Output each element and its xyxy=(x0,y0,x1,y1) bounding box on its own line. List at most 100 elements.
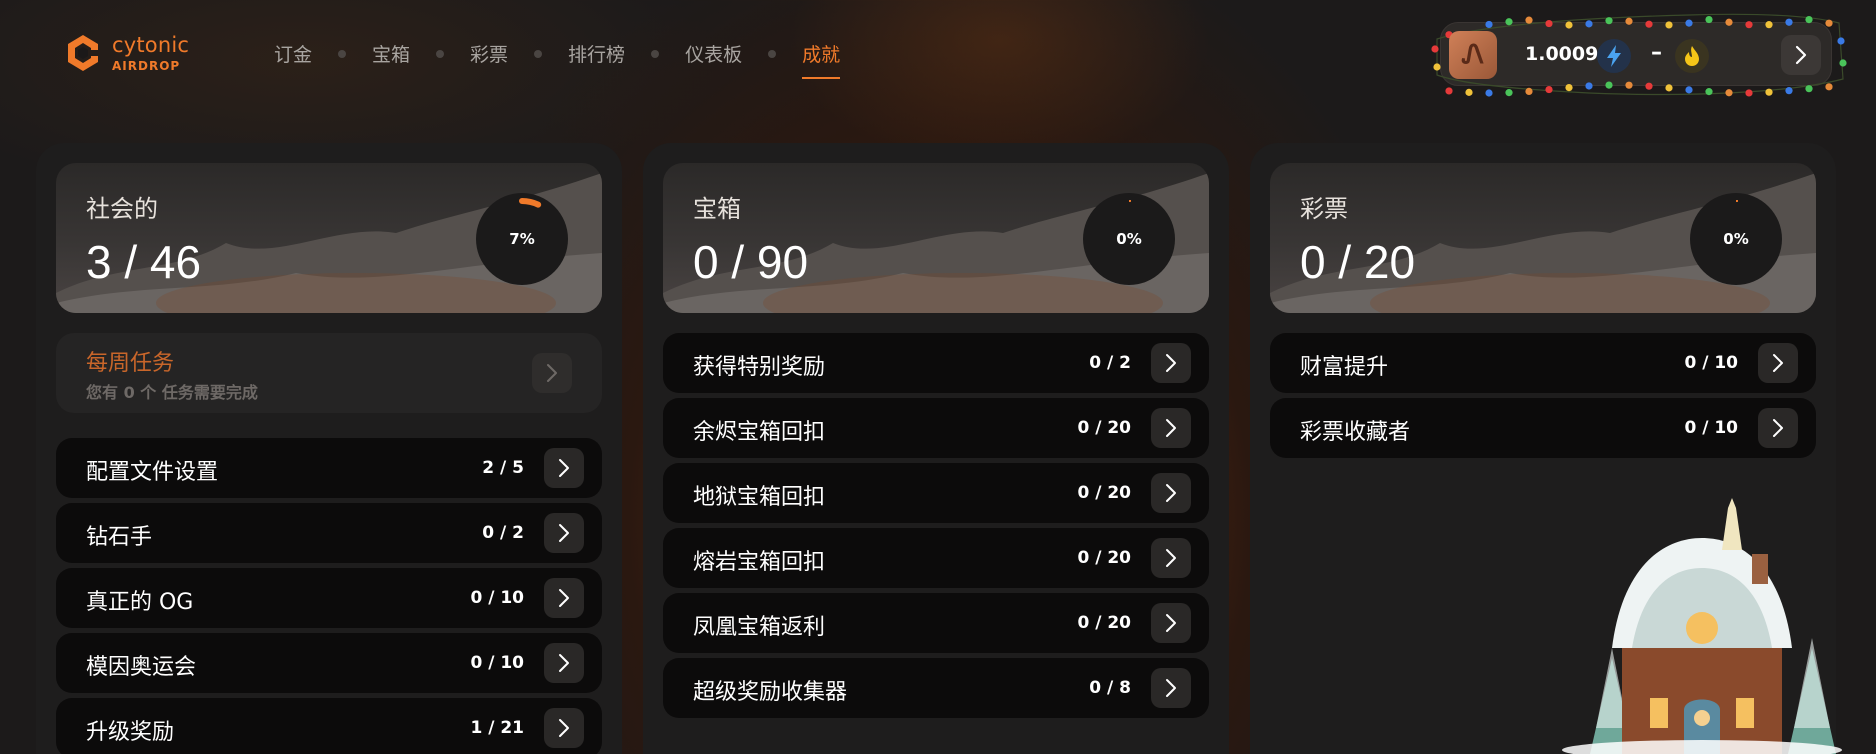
achievement-row[interactable]: 凤凰宝箱返利 0 / 20 xyxy=(663,593,1209,653)
achievement-open-button[interactable] xyxy=(544,708,584,748)
light-bulb xyxy=(1505,89,1513,97)
achievement-count: 0 / 8 xyxy=(1089,678,1131,698)
section-hero: 宝箱 0 / 90 0% xyxy=(663,163,1209,313)
wallet-expand-button[interactable] xyxy=(1781,35,1821,75)
achievement-count: 0 / 10 xyxy=(470,588,524,608)
achievement-row[interactable]: 模因奥运会 0 / 10 xyxy=(56,633,602,693)
achievement-row[interactable]: 超级奖励收集器 0 / 8 xyxy=(663,658,1209,718)
achievement-card-chests: 宝箱 0 / 90 0% 获得特别奖励 0 / 2 余烬宝箱回扣 0 / 20 … xyxy=(643,143,1229,754)
achievement-open-button[interactable] xyxy=(544,448,584,488)
weekly-tasks-button[interactable] xyxy=(532,353,572,393)
achievement-row[interactable]: 彩票收藏者 0 / 10 xyxy=(1270,398,1816,458)
achievement-label: 配置文件设置 xyxy=(86,460,219,485)
weekly-tasks-subtitle: 您有 0 个 任务需要完成 xyxy=(86,383,258,402)
achievement-row[interactable]: 财富提升 0 / 10 xyxy=(1270,333,1816,393)
light-bulb xyxy=(1785,87,1793,95)
light-bulb xyxy=(1605,17,1613,25)
achievement-row[interactable]: 熔岩宝箱回扣 0 / 20 xyxy=(663,528,1209,588)
light-bulb xyxy=(1645,82,1653,90)
light-bulb xyxy=(1465,88,1473,96)
top-bar: cytonic AIRDROP 订金 宝箱 彩票 排行榜 仪表板 成就 Ꮑ 1.… xyxy=(0,0,1876,110)
achievement-row[interactable]: 真正的 OG 0 / 10 xyxy=(56,568,602,628)
section-title: 社会的 xyxy=(86,195,158,223)
achievement-row[interactable]: 钻石手 0 / 2 xyxy=(56,503,602,563)
light-bulb xyxy=(1765,88,1773,96)
light-bulb xyxy=(1725,18,1733,26)
light-bulb xyxy=(1839,59,1847,67)
nav-deposit[interactable]: 订金 xyxy=(274,40,312,79)
user-avatar[interactable]: Ꮑ xyxy=(1449,31,1497,79)
chevron-right-icon xyxy=(559,589,569,607)
achievement-count: 2 / 5 xyxy=(482,458,524,478)
bolt-icon xyxy=(1597,39,1631,73)
nav-lottery[interactable]: 彩票 xyxy=(470,40,508,79)
achievement-label: 钻石手 xyxy=(86,525,153,550)
achievement-open-button[interactable] xyxy=(1151,343,1191,383)
flame-icon xyxy=(1675,39,1709,73)
light-bulb xyxy=(1525,87,1533,95)
light-bulb xyxy=(1805,85,1813,93)
chevron-right-icon xyxy=(1166,419,1176,437)
achievement-count: 0 / 2 xyxy=(1089,353,1131,373)
progress-percent: 7% xyxy=(509,230,535,248)
light-bulb xyxy=(1433,63,1441,71)
nav-dashboard[interactable]: 仪表板 xyxy=(685,40,742,79)
achievement-row[interactable]: 升级奖励 1 / 21 xyxy=(56,698,602,754)
achievement-count: 0 / 10 xyxy=(470,653,524,673)
achievement-count: 1 / 21 xyxy=(470,718,524,738)
light-bulb xyxy=(1685,86,1693,94)
chevron-right-icon xyxy=(1773,354,1783,372)
nav-achievements[interactable]: 成就 xyxy=(802,40,841,79)
weekly-tasks-card[interactable]: 每周任务 您有 0 个 任务需要完成 xyxy=(56,333,602,413)
achievement-open-button[interactable] xyxy=(1758,343,1798,383)
achievement-open-button[interactable] xyxy=(1758,408,1798,448)
brand-logo[interactable]: cytonic AIRDROP xyxy=(62,32,189,74)
light-bulb xyxy=(1665,84,1673,92)
achievement-count: 0 / 20 xyxy=(1077,418,1131,438)
achievement-count: 0 / 2 xyxy=(482,523,524,543)
achievement-row[interactable]: 地狱宝箱回扣 0 / 20 xyxy=(663,463,1209,523)
achievement-label: 地狱宝箱回扣 xyxy=(693,485,826,510)
achievement-row[interactable]: 获得特别奖励 0 / 2 xyxy=(663,333,1209,393)
achievement-open-button[interactable] xyxy=(1151,603,1191,643)
section-count: 0 / 90 xyxy=(693,236,809,288)
achievement-open-button[interactable] xyxy=(1151,538,1191,578)
progress-percent: 0% xyxy=(1723,230,1749,248)
cytonic-logo-icon xyxy=(68,35,98,71)
nav-separator xyxy=(436,49,445,58)
nav-chests[interactable]: 宝箱 xyxy=(372,40,410,79)
section-hero: 彩票 0 / 20 0% xyxy=(1270,163,1816,313)
nav-separator xyxy=(534,49,543,58)
achievement-label: 升级奖励 xyxy=(86,720,175,745)
achievement-list: 获得特别奖励 0 / 2 余烬宝箱回扣 0 / 20 地狱宝箱回扣 0 / 20… xyxy=(663,333,1209,718)
nav-leaderboard[interactable]: 排行榜 xyxy=(568,40,625,79)
achievement-open-button[interactable] xyxy=(1151,668,1191,708)
achievement-count: 0 / 20 xyxy=(1077,548,1131,568)
achievement-count: 0 / 10 xyxy=(1684,353,1738,373)
achievement-open-button[interactable] xyxy=(544,643,584,683)
chevron-right-icon xyxy=(547,364,557,382)
achievement-label: 熔岩宝箱回扣 xyxy=(693,550,826,575)
achievement-list: 配置文件设置 2 / 5 钻石手 0 / 2 真正的 OG 0 / 10 模因奥… xyxy=(56,438,602,754)
achievement-open-button[interactable] xyxy=(544,578,584,618)
progress-percent: 0% xyxy=(1116,230,1142,248)
achievement-open-button[interactable] xyxy=(1151,408,1191,448)
chevron-right-icon xyxy=(1795,45,1807,65)
light-bulb xyxy=(1765,21,1773,29)
section-title: 宝箱 xyxy=(693,195,741,223)
light-bulb xyxy=(1585,20,1593,28)
achievement-row[interactable]: 余烬宝箱回扣 0 / 20 xyxy=(663,398,1209,458)
light-bulb xyxy=(1605,81,1613,89)
wallet-balance: 1.0009 xyxy=(1525,43,1599,65)
section-count: 0 / 20 xyxy=(1300,236,1416,288)
achievement-open-button[interactable] xyxy=(544,513,584,553)
progress-ring: 7% xyxy=(476,193,568,285)
achievement-open-button[interactable] xyxy=(1151,473,1191,513)
achievement-list: 财富提升 0 / 10 彩票收藏者 0 / 10 xyxy=(1270,333,1816,458)
light-bulb xyxy=(1745,89,1753,97)
achievement-row[interactable]: 配置文件设置 2 / 5 xyxy=(56,438,602,498)
light-bulb xyxy=(1565,83,1573,92)
light-bulb xyxy=(1585,82,1593,90)
nav-separator xyxy=(768,49,777,58)
weekly-tasks-title: 每周任务 xyxy=(86,351,175,376)
